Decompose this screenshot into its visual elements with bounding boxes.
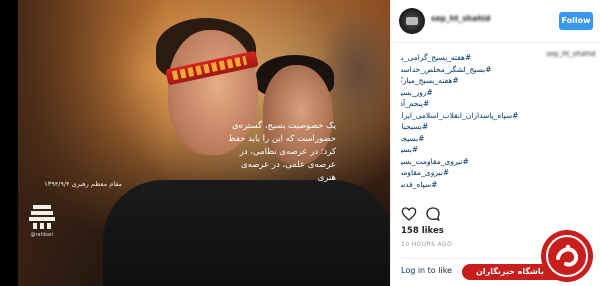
brand-logo-icon [29,205,55,229]
brand-caption: @rahbari [30,232,54,238]
quote-line: کرد؛ در عرصه‌ی نظامی، در [239,147,336,157]
hashtag-link[interactable]: #بسیجیان [401,121,536,133]
hashtag-link[interactable]: #هفته_بسیج_مبارک [401,75,536,87]
left-black-strip [0,0,18,286]
hashtag-link[interactable]: #بسیجی [401,133,536,145]
quote-line: حضوراست که این را باید حفظ [227,134,336,144]
hashtag-link[interactable]: #نیروی_مقاومت_بسیج [401,156,536,168]
watermark-logo-icon [541,230,593,282]
figures-jacket [103,180,390,286]
post-caption: sep_ht_shahid #هفته_بسیج_گرامی_باد #بسیج… [401,50,596,200]
quote-line: عرصه‌ی علمی، در عرصه‌ی هنری [240,160,336,183]
hashtag-list: #هفته_بسیج_گرامی_باد #بسیج_لشگر_مخلص_خدا… [401,52,536,190]
login-link[interactable]: Log in [401,266,425,275]
avatar[interactable] [399,8,425,34]
likes-count[interactable]: 158 likes [401,226,444,236]
hashtag-link[interactable]: #روز_بسیج [401,87,536,99]
follow-button[interactable]: Follow [559,12,593,30]
heart-icon[interactable] [401,206,417,222]
hashtag-link[interactable]: #نیروی_مقاومت [401,167,536,179]
quote-line: یک خصوصیت بسیج، گستره‌ی [232,121,336,131]
hashtag-link[interactable]: #پنجم_آذر [401,98,536,110]
post-timestamp[interactable]: 10 HOURS AGO [401,241,452,248]
hashtag-link[interactable]: #بسیج_لشگر_مخلص_خداست [401,64,536,76]
hashtag-link[interactable]: #هفته_بسیج_گرامی_باد [401,52,536,64]
photo-quote: یک خصوصیت بسیج، گستره‌ی حضوراست که این ر… [226,120,336,185]
post-actions [401,206,461,224]
quote-signature: مقام معظم رهبری ۱۳۹۴/۹/۴ [44,180,122,188]
caption-username[interactable]: sep_ht_shahid [546,50,596,60]
comment-icon[interactable] [425,206,441,222]
hashtag-link[interactable]: #بسیج [401,144,536,156]
login-rest-text: to like [425,266,452,275]
hashtag-link[interactable]: #سپاه_پاسداران_انقلاب_اسلامی_ایران [401,110,536,122]
username-link[interactable]: sep_ht_shahid [431,14,511,26]
hashtag-link[interactable]: #سپاه_قدس [401,179,536,191]
login-prompt: Log in to like [401,266,452,275]
post-header: sep_ht_shahid Follow [391,0,600,43]
